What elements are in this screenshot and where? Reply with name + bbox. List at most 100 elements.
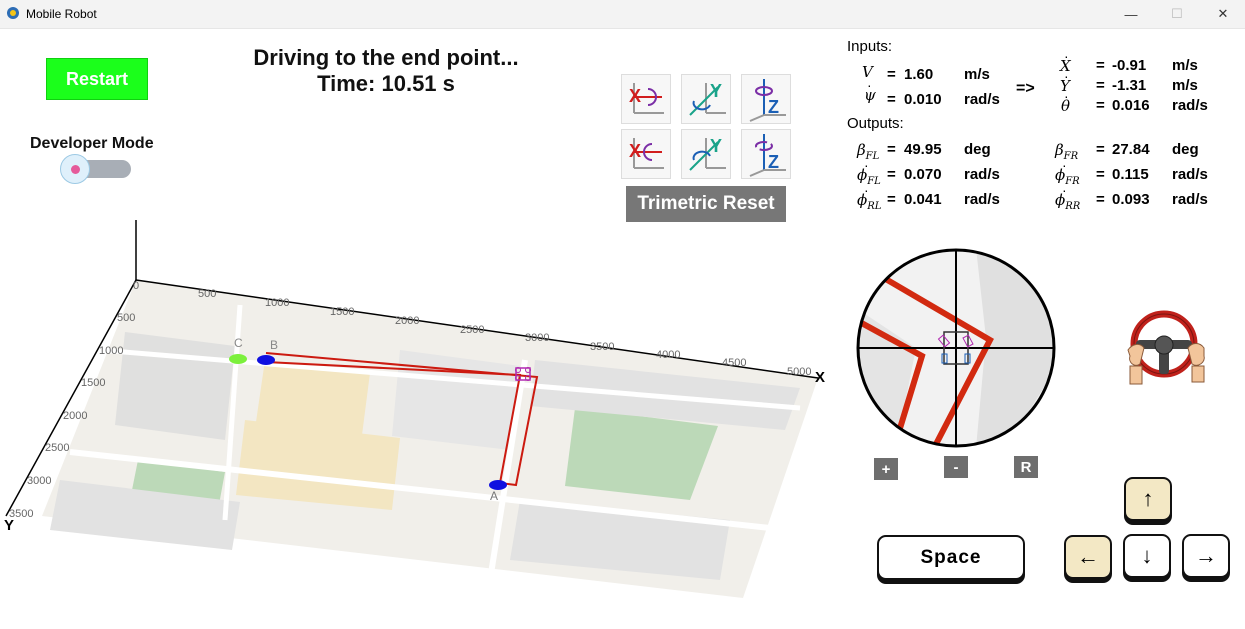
x-dot-unit: m/s [1172, 57, 1198, 74]
y-axis-glyph: Y [710, 81, 722, 101]
x-tick-label: 2500 [460, 324, 484, 336]
v-value: 1.60 [904, 66, 934, 83]
z-axis-glyph: Z [768, 152, 779, 172]
y-dot-value: -1.31 [1112, 77, 1147, 94]
toggle-dot [71, 165, 80, 174]
rotate-z-negative-button[interactable]: Z [741, 129, 791, 179]
end-point-marker [229, 354, 247, 364]
beta-fr-eq: = [1096, 141, 1105, 158]
window-title: Mobile Robot [26, 7, 97, 21]
map-block [115, 332, 235, 440]
y-tick-label: 1000 [99, 345, 123, 357]
rotate-x-positive-button[interactable]: X [621, 74, 671, 124]
down-arrow-icon: ↓ [1141, 543, 1153, 568]
up-arrow-key[interactable]: ↑ [1124, 477, 1172, 521]
y-tick-label: 2000 [63, 410, 87, 422]
status-text: Driving to the end point... Time: 10.51 … [186, 45, 586, 97]
toggle-knob[interactable] [60, 154, 90, 184]
outputs-label: Outputs: [847, 115, 904, 132]
steering-wheel-icon [1127, 310, 1205, 385]
window-titlebar: Mobile Robot — ☐ ✕ [0, 0, 1245, 29]
x-axis-glyph: X [629, 86, 641, 106]
beta-fr-unit: deg [1172, 141, 1199, 158]
x-axis-label: X [815, 369, 825, 386]
psi-dot-value: 0.010 [904, 91, 942, 108]
minimize-icon: — [1124, 6, 1138, 22]
phi-rl-unit: rad/s [964, 191, 1000, 208]
theta-dot-symbol: · θ [1061, 88, 1071, 115]
y-tick-label: 2500 [45, 442, 69, 454]
phi-fl-eq: = [887, 166, 896, 183]
developer-mode-label: Developer Mode [30, 135, 154, 152]
phi-fr-symbol: · ϕFR [1055, 157, 1080, 187]
status-line-2: Time: 10.51 s [317, 71, 455, 96]
x-tick-label: 4500 [722, 357, 746, 369]
phi-fr-unit: rad/s [1172, 166, 1208, 183]
rotate-z-positive-button[interactable]: Z [741, 74, 791, 124]
phi-fl-symbol: · ϕFL [857, 157, 881, 187]
x-tick-label: 3000 [525, 332, 549, 344]
close-icon: ✕ [1217, 6, 1229, 21]
phi-rl-eq: = [887, 191, 896, 208]
phi-fr-eq: = [1096, 166, 1105, 183]
left-arrow-icon: ← [1077, 544, 1099, 569]
rotate-y-negative-button[interactable]: Y [681, 129, 731, 179]
x-tick-label: 500 [198, 288, 216, 300]
x-tick-label: 2000 [395, 315, 419, 327]
minimize-button[interactable]: — [1108, 0, 1154, 28]
rotate-y-positive-button[interactable]: Y [681, 74, 731, 124]
right-arrow-icon: → [1195, 543, 1217, 568]
z-axis-glyph: Z [768, 97, 779, 117]
right-arrow-key[interactable]: → [1182, 534, 1230, 578]
beta-fl-unit: deg [964, 141, 991, 158]
restart-button[interactable]: Restart [46, 58, 148, 100]
phi-rr-symbol: · ϕRR [1055, 182, 1081, 212]
down-arrow-key[interactable]: ↓ [1123, 534, 1171, 578]
x-tick-label: 1000 [265, 297, 289, 309]
rotate-x-negative-button[interactable]: X [621, 129, 671, 179]
beta-fl-eq: = [887, 141, 896, 158]
theta-dot-unit: rad/s [1172, 97, 1208, 114]
left-arrow-key[interactable]: ← [1064, 535, 1112, 579]
maximize-button[interactable]: ☐ [1154, 0, 1200, 28]
beta-fl-value: 49.95 [904, 141, 942, 158]
rotate-x-positive-icon: X [629, 83, 664, 114]
up-arrow-icon: ↑ [1142, 486, 1154, 511]
phi-fl-value: 0.070 [904, 166, 942, 183]
app-icon [7, 7, 19, 19]
phi-fr-value: 0.115 [1112, 166, 1149, 183]
x-tick-label: 1500 [330, 306, 354, 318]
psi-dot-eq: = [887, 91, 896, 108]
beta-fr-value: 27.84 [1112, 141, 1150, 158]
v-eq: = [887, 66, 896, 83]
theta-dot-eq: = [1096, 97, 1105, 114]
close-button[interactable]: ✕ [1200, 0, 1245, 28]
x-tick-label: 5000 [787, 366, 811, 378]
rotate-x-negative-icon: X [629, 138, 664, 169]
phi-rl-symbol: · ϕRL [857, 182, 882, 212]
phi-rr-unit: rad/s [1172, 191, 1208, 208]
y-axis-label: Y [4, 517, 14, 534]
rotate-z-negative-icon: Z [749, 134, 786, 177]
x-dot-eq: = [1096, 57, 1105, 74]
zoom-out-button[interactable]: - [944, 456, 968, 478]
reset-zoom-button[interactable]: R [1014, 456, 1038, 478]
phi-fl-unit: rad/s [964, 166, 1000, 183]
point-label-b: B [270, 338, 278, 352]
zoom-in-button[interactable]: + [874, 458, 898, 480]
inputs-label: Inputs: [847, 38, 893, 55]
v-unit: m/s [964, 66, 990, 83]
y-dot-unit: m/s [1172, 77, 1198, 94]
rotate-y-positive-icon: Y [689, 81, 726, 116]
space-key[interactable]: Space [877, 535, 1025, 580]
phi-rl-value: 0.041 [904, 191, 942, 208]
x-tick-label: 0 [133, 280, 139, 292]
point-label-a: A [490, 489, 498, 503]
psi-dot-symbol: · ψ [864, 77, 876, 104]
x-tick-label: 3500 [590, 341, 614, 353]
x-axis-glyph: X [629, 141, 641, 161]
map-plot[interactable]: 0 500 1000 1500 2000 2500 3000 3500 4000… [0, 210, 840, 610]
start-point-marker [257, 355, 275, 365]
y-tick-label: 3000 [27, 475, 51, 487]
y-tick-label: 1500 [81, 377, 105, 389]
